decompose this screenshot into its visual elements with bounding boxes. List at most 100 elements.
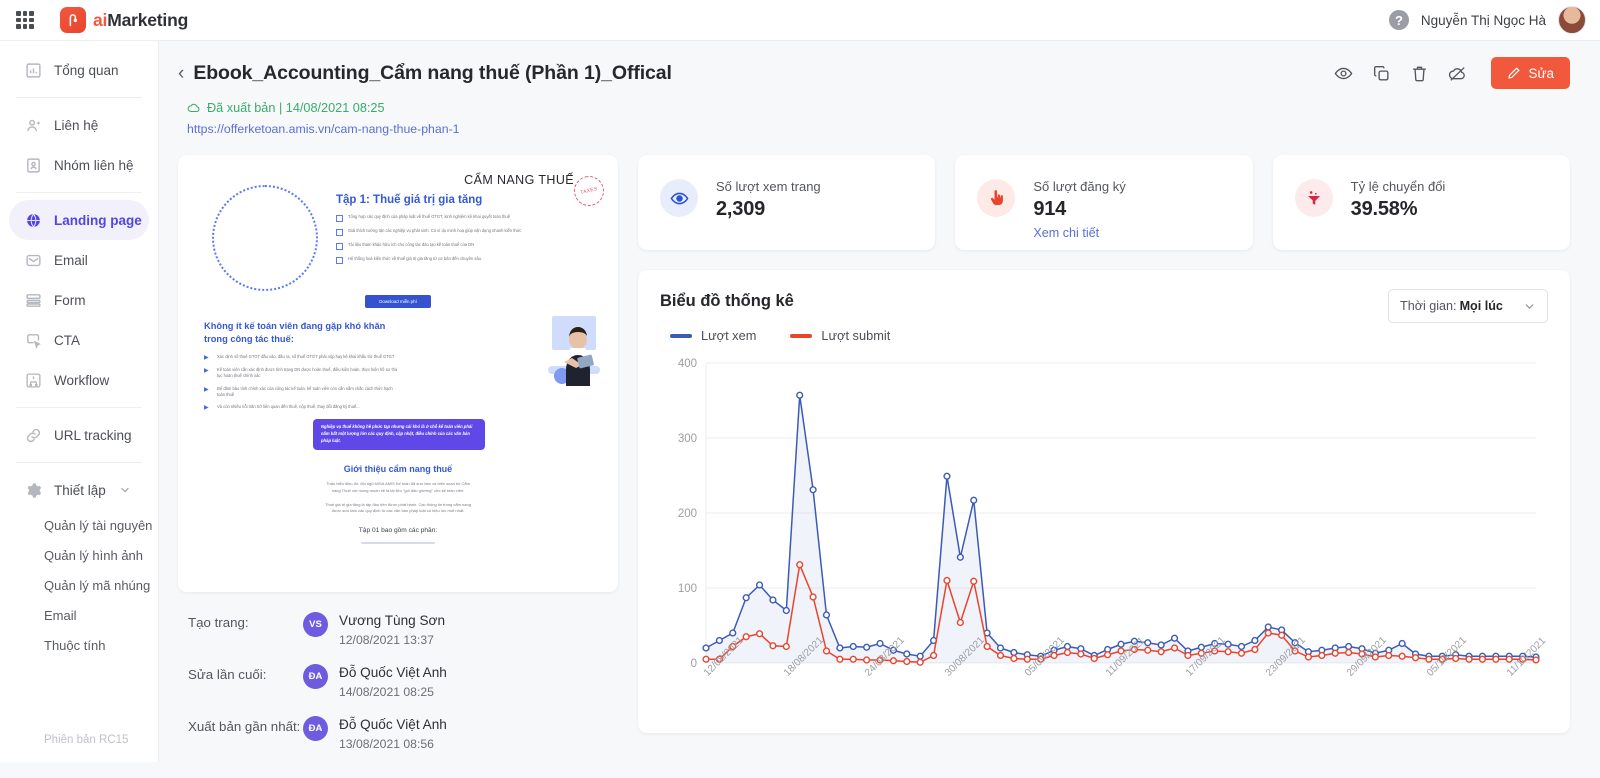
form-icon — [26, 293, 41, 307]
divider — [16, 192, 142, 193]
sidebar-label: Email — [54, 252, 88, 268]
eye-icon-wrapper — [660, 179, 698, 217]
sidebar: Tổng quan Liên hệ Nhóm liên hệ Landing p… — [0, 41, 159, 762]
stat-card-body: Tỷ lệ chuyển đổi 39.58% — [1351, 179, 1446, 221]
grid-apps-icon[interactable] — [14, 9, 36, 31]
metadata-time: 13/08/2021 08:56 — [339, 737, 434, 751]
top-bar-right: ? Nguyễn Thị Ngọc Hà — [1388, 6, 1586, 34]
stat-card-conversion-rate: Tỷ lệ chuyển đổi 39.58% — [1272, 155, 1570, 250]
check-icon — [336, 257, 343, 264]
page-url-link[interactable]: https://offerketoan.amis.vn/cam-nang-thu… — [187, 122, 1570, 136]
divider — [16, 97, 142, 98]
sidebar-sub-quan-ly-tai-nguyen[interactable]: Quản lý tài nguyên — [0, 510, 158, 540]
main-area: ‹ Ebook_Accounting_Cẩm nang thuế (Phần 1… — [159, 41, 1600, 762]
preview-bullet-text: Hệ thống hoá kiến thức về thuế giá trị g… — [348, 256, 483, 261]
landing-page-preview[interactable]: CẨM NANG THUẾ TAXES Tập 1: Thuế giá trị … — [178, 155, 618, 592]
gear-icon — [27, 482, 42, 498]
line-chart-svg: 0 100 200 300 400 — [678, 358, 1540, 670]
sidebar-label: Nhóm liên hệ — [54, 157, 134, 173]
stat-label: Tỷ lệ chuyển đổi — [1350, 179, 1446, 194]
eye-icon — [670, 192, 688, 204]
sidebar-item-lien-he[interactable]: Liên hệ — [9, 105, 149, 145]
unpublish-cloud-icon[interactable] — [1448, 64, 1467, 83]
time-filter-select[interactable]: Thời gian: Mọi lúc — [1388, 289, 1548, 323]
legend-item-submits[interactable]: Lượt submit — [790, 328, 890, 343]
preview-hero: CẨM NANG THUẾ TAXES Tập 1: Thuế giá trị … — [178, 165, 618, 291]
chevron-down-icon[interactable] — [119, 484, 131, 496]
sidebar-item-workflow[interactable]: Workflow — [9, 360, 149, 400]
metadata-row-modified: Sửa lần cuối: ĐA Đỗ Quốc Việt Anh 14/08/… — [188, 664, 608, 699]
pencil-icon — [1508, 67, 1521, 79]
preview-hero-text: CẨM NANG THUẾ TAXES Tập 1: Thuế giá trị … — [328, 172, 608, 291]
sidebar-item-form[interactable]: Form — [9, 280, 149, 320]
preview-scroll-indicator[interactable] — [361, 542, 435, 545]
sidebar-label: Workflow — [54, 372, 110, 388]
sidebar-item-cta[interactable]: CTA — [9, 320, 149, 360]
sidebar-sub-email[interactable]: Email — [0, 600, 158, 630]
user-avatar[interactable] — [1558, 6, 1586, 34]
edit-button[interactable]: Sửa — [1491, 57, 1570, 89]
user-icon — [27, 119, 40, 131]
cloud-published-icon — [187, 103, 200, 113]
sidebar-sub-quan-ly-ma-nhung[interactable]: Quản lý mã nhúng — [0, 570, 158, 600]
chevron-left-icon[interactable]: ‹ — [178, 64, 184, 83]
preview-bullet: Tài liệu tham khảo hữu ích cho công tác … — [336, 242, 600, 250]
sidebar-label: URL tracking — [54, 427, 132, 443]
legend-label: Lượt submit — [821, 328, 891, 343]
stat-detail-link[interactable]: Xem chi tiết — [1033, 226, 1125, 240]
sidebar-item-thiet-lap[interactable]: Thiết lập — [9, 470, 149, 510]
brand-logo[interactable]: aiMarketing — [60, 7, 188, 33]
preview-point-text: Xác định số thuế GTGT đầu vào, đầu ra, s… — [217, 353, 395, 359]
sidebar-sub-quan-ly-hinh-anh[interactable]: Quản lý hình ảnh — [0, 540, 158, 570]
title-row: ‹ Ebook_Accounting_Cẩm nang thuế (Phần 1… — [178, 57, 1570, 89]
preview-inner: CẨM NANG THUẾ TAXES Tập 1: Thuế giá trị … — [178, 165, 618, 592]
preview-hero-subtitle: Tập 1: Thuế giá trị gia tăng — [336, 194, 483, 206]
preview-person-illustration — [548, 316, 600, 386]
stat-value: 39.58% — [1350, 198, 1418, 220]
sidebar-item-landing-page[interactable]: Landing page — [9, 200, 149, 240]
stat-card-body: Số lượt đăng ký 914 Xem chi tiết — [1033, 179, 1125, 240]
brand-marketing: Marketing — [107, 9, 189, 30]
preview-section3-para: Thuế giá trị gia tăng là tập đầu tiên đư… — [325, 501, 471, 514]
svg-text:200: 200 — [678, 508, 697, 520]
check-icon — [336, 215, 343, 222]
statistics-chart-card: Biểu đồ thống kê Thời gian: Mọi lúc Lượt… — [638, 270, 1570, 733]
help-circle-icon[interactable]: ? — [1388, 10, 1409, 30]
metadata-value: Đỗ Quốc Việt Anh 14/08/2021 08:25 — [339, 664, 447, 699]
legend-item-views[interactable]: Lượt xem — [670, 328, 756, 343]
stat-cards: Số lượt xem trang 2,309 Số lượt đăng ký … — [638, 155, 1570, 250]
preview-section-2: Không ít kế toán viên đang gặp khó khăn … — [178, 308, 618, 451]
sidebar-label: Liên hệ — [54, 117, 99, 133]
svg-text:300: 300 — [678, 433, 697, 445]
stat-value: 914 — [1033, 198, 1067, 220]
metadata-user-name: Vương Tùng Sơn — [339, 613, 446, 628]
preview-icon[interactable] — [1334, 64, 1353, 83]
metadata-label: Sửa lần cuối: — [188, 667, 267, 682]
hand-click-icon-wrapper — [977, 179, 1016, 217]
left-column: CẨM NANG THUẾ TAXES Tập 1: Thuế giá trị … — [178, 155, 618, 778]
metadata-value: Vương Tùng Sơn 12/08/2021 13:37 — [339, 612, 445, 647]
copy-icon[interactable] — [1372, 64, 1391, 83]
preview-point-text: Để đảm bảo tính chính xác của công tác k… — [217, 385, 393, 397]
preview-circle-placeholder — [212, 185, 318, 291]
preview-section3-title: Giới thiệu cẩm nang thuế — [343, 464, 453, 475]
content-area: CẨM NANG THUẾ TAXES Tập 1: Thuế giá trị … — [159, 136, 1600, 778]
check-icon — [336, 243, 343, 250]
sidebar-label: CTA — [54, 332, 80, 348]
sidebar-item-url-tracking[interactable]: URL tracking — [9, 415, 149, 455]
stat-card-body: Số lượt xem trang 2,309 — [716, 179, 821, 221]
sidebar-item-email[interactable]: Email — [9, 240, 149, 280]
triangle-right-icon: ▶ — [204, 405, 209, 412]
sidebar-item-nhom-lien-he[interactable]: Nhóm liên hệ — [9, 145, 149, 185]
preview-section2-title: Không ít kế toán viên đang gặp khó khăn … — [204, 321, 386, 345]
sidebar-item-tong-quan[interactable]: Tổng quan — [9, 50, 149, 90]
preview-quote: Nghiệp vụ thuế không hề phức tạp nhưng c… — [313, 419, 485, 451]
sidebar-label: Thiết lập — [54, 482, 106, 498]
stat-card-page-views: Số lượt xem trang 2,309 — [638, 155, 936, 250]
sidebar-label: Form — [54, 292, 86, 308]
sidebar-sub-thuoc-tinh[interactable]: Thuộc tính — [0, 630, 158, 660]
metadata-label: Xuất bản gần nhất: — [188, 719, 301, 734]
trash-icon[interactable] — [1410, 64, 1429, 83]
preview-point: ▶ Xác định số thuế GTGT đầu vào, đầu ra, … — [204, 354, 400, 361]
header-actions: Sửa — [1334, 57, 1570, 89]
